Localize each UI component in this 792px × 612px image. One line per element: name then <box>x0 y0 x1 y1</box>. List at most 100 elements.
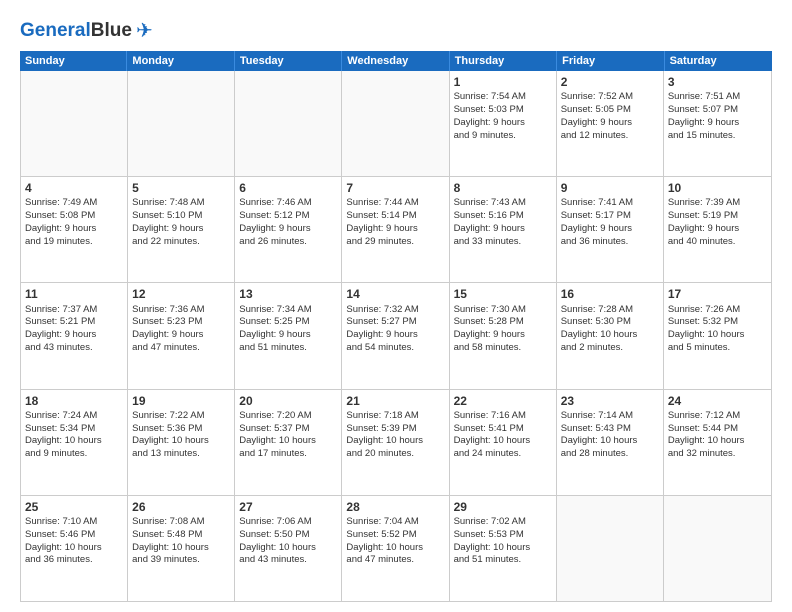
header-sunday: Sunday <box>20 51 127 71</box>
day-number: 27 <box>239 499 337 515</box>
calendar-cell: 5Sunrise: 7:48 AMSunset: 5:10 PMDaylight… <box>128 177 235 282</box>
cell-text: Daylight: 10 hours <box>132 542 230 555</box>
cell-text: Sunset: 5:19 PM <box>668 210 767 223</box>
calendar-cell: 20Sunrise: 7:20 AMSunset: 5:37 PMDayligh… <box>235 390 342 495</box>
day-number: 2 <box>561 74 659 90</box>
calendar-cell <box>664 496 771 601</box>
cell-text: Daylight: 9 hours <box>346 329 444 342</box>
cell-text: Sunset: 5:05 PM <box>561 104 659 117</box>
day-number: 20 <box>239 393 337 409</box>
cell-text: Sunrise: 7:54 AM <box>454 91 552 104</box>
calendar-cell: 27Sunrise: 7:06 AMSunset: 5:50 PMDayligh… <box>235 496 342 601</box>
cell-text: Sunset: 5:23 PM <box>132 316 230 329</box>
header-friday: Friday <box>557 51 664 71</box>
cell-text: and 36 minutes. <box>25 554 123 567</box>
cell-text: and 47 minutes. <box>346 554 444 567</box>
calendar: Sunday Monday Tuesday Wednesday Thursday… <box>20 51 772 602</box>
calendar-row: 18Sunrise: 7:24 AMSunset: 5:34 PMDayligh… <box>21 390 771 496</box>
calendar-cell: 23Sunrise: 7:14 AMSunset: 5:43 PMDayligh… <box>557 390 664 495</box>
cell-text: Sunrise: 7:36 AM <box>132 304 230 317</box>
header-saturday: Saturday <box>665 51 772 71</box>
cell-text: Daylight: 10 hours <box>25 542 123 555</box>
cell-text: Daylight: 10 hours <box>239 542 337 555</box>
cell-text: Sunset: 5:36 PM <box>132 423 230 436</box>
cell-text: Daylight: 10 hours <box>561 435 659 448</box>
cell-text: Daylight: 10 hours <box>668 435 767 448</box>
cell-text: Sunset: 5:37 PM <box>239 423 337 436</box>
cell-text: Daylight: 9 hours <box>454 223 552 236</box>
day-number: 10 <box>668 180 767 196</box>
cell-text: Daylight: 10 hours <box>454 435 552 448</box>
day-number: 26 <box>132 499 230 515</box>
cell-text: and 20 minutes. <box>346 448 444 461</box>
cell-text: Daylight: 9 hours <box>346 223 444 236</box>
calendar-cell: 1Sunrise: 7:54 AMSunset: 5:03 PMDaylight… <box>450 71 557 176</box>
cell-text: Sunset: 5:21 PM <box>25 316 123 329</box>
cell-text: Sunset: 5:28 PM <box>454 316 552 329</box>
day-number: 6 <box>239 180 337 196</box>
calendar-cell: 16Sunrise: 7:28 AMSunset: 5:30 PMDayligh… <box>557 283 664 388</box>
cell-text: Sunset: 5:53 PM <box>454 529 552 542</box>
cell-text: and 40 minutes. <box>668 236 767 249</box>
calendar-cell: 17Sunrise: 7:26 AMSunset: 5:32 PMDayligh… <box>664 283 771 388</box>
cell-text: and 19 minutes. <box>25 236 123 249</box>
cell-text: Sunset: 5:52 PM <box>346 529 444 542</box>
cell-text: Sunrise: 7:52 AM <box>561 91 659 104</box>
day-number: 16 <box>561 286 659 302</box>
cell-text: Sunset: 5:46 PM <box>25 529 123 542</box>
day-number: 28 <box>346 499 444 515</box>
cell-text: Sunset: 5:34 PM <box>25 423 123 436</box>
calendar-cell: 15Sunrise: 7:30 AMSunset: 5:28 PMDayligh… <box>450 283 557 388</box>
cell-text: Daylight: 10 hours <box>561 329 659 342</box>
cell-text: Sunrise: 7:24 AM <box>25 410 123 423</box>
calendar-cell: 25Sunrise: 7:10 AMSunset: 5:46 PMDayligh… <box>21 496 128 601</box>
day-number: 8 <box>454 180 552 196</box>
day-number: 19 <box>132 393 230 409</box>
calendar-cell: 28Sunrise: 7:04 AMSunset: 5:52 PMDayligh… <box>342 496 449 601</box>
cell-text: Daylight: 10 hours <box>239 435 337 448</box>
calendar-cell: 21Sunrise: 7:18 AMSunset: 5:39 PMDayligh… <box>342 390 449 495</box>
calendar-row: 11Sunrise: 7:37 AMSunset: 5:21 PMDayligh… <box>21 283 771 389</box>
cell-text: and 13 minutes. <box>132 448 230 461</box>
calendar-cell: 3Sunrise: 7:51 AMSunset: 5:07 PMDaylight… <box>664 71 771 176</box>
cell-text: Daylight: 9 hours <box>561 117 659 130</box>
calendar-cell: 4Sunrise: 7:49 AMSunset: 5:08 PMDaylight… <box>21 177 128 282</box>
cell-text: and 43 minutes. <box>25 342 123 355</box>
cell-text: Sunset: 5:48 PM <box>132 529 230 542</box>
calendar-cell: 7Sunrise: 7:44 AMSunset: 5:14 PMDaylight… <box>342 177 449 282</box>
day-number: 9 <box>561 180 659 196</box>
cell-text: Sunrise: 7:37 AM <box>25 304 123 317</box>
cell-text: Sunrise: 7:22 AM <box>132 410 230 423</box>
cell-text: and 26 minutes. <box>239 236 337 249</box>
cell-text: Sunset: 5:03 PM <box>454 104 552 117</box>
calendar-cell: 11Sunrise: 7:37 AMSunset: 5:21 PMDayligh… <box>21 283 128 388</box>
header-tuesday: Tuesday <box>235 51 342 71</box>
cell-text: Sunset: 5:41 PM <box>454 423 552 436</box>
cell-text: Sunrise: 7:34 AM <box>239 304 337 317</box>
calendar-body: 1Sunrise: 7:54 AMSunset: 5:03 PMDaylight… <box>20 71 772 602</box>
calendar-cell: 13Sunrise: 7:34 AMSunset: 5:25 PMDayligh… <box>235 283 342 388</box>
calendar-header: Sunday Monday Tuesday Wednesday Thursday… <box>20 51 772 71</box>
cell-text: Sunset: 5:25 PM <box>239 316 337 329</box>
cell-text: and 51 minutes. <box>239 342 337 355</box>
day-number: 3 <box>668 74 767 90</box>
cell-text: and 32 minutes. <box>668 448 767 461</box>
cell-text: Sunrise: 7:49 AM <box>25 197 123 210</box>
cell-text: Daylight: 9 hours <box>668 223 767 236</box>
day-number: 23 <box>561 393 659 409</box>
cell-text: Daylight: 10 hours <box>668 329 767 342</box>
calendar-cell: 10Sunrise: 7:39 AMSunset: 5:19 PMDayligh… <box>664 177 771 282</box>
cell-text: Sunrise: 7:44 AM <box>346 197 444 210</box>
cell-text: and 58 minutes. <box>454 342 552 355</box>
day-number: 14 <box>346 286 444 302</box>
cell-text: and 36 minutes. <box>561 236 659 249</box>
cell-text: Sunrise: 7:39 AM <box>668 197 767 210</box>
cell-text: Sunset: 5:08 PM <box>25 210 123 223</box>
calendar-row: 4Sunrise: 7:49 AMSunset: 5:08 PMDaylight… <box>21 177 771 283</box>
cell-text: Sunrise: 7:48 AM <box>132 197 230 210</box>
cell-text: Sunset: 5:39 PM <box>346 423 444 436</box>
calendar-row: 1Sunrise: 7:54 AMSunset: 5:03 PMDaylight… <box>21 71 771 177</box>
day-number: 17 <box>668 286 767 302</box>
cell-text: and 12 minutes. <box>561 130 659 143</box>
logo-text: GeneralBlue <box>20 21 132 40</box>
